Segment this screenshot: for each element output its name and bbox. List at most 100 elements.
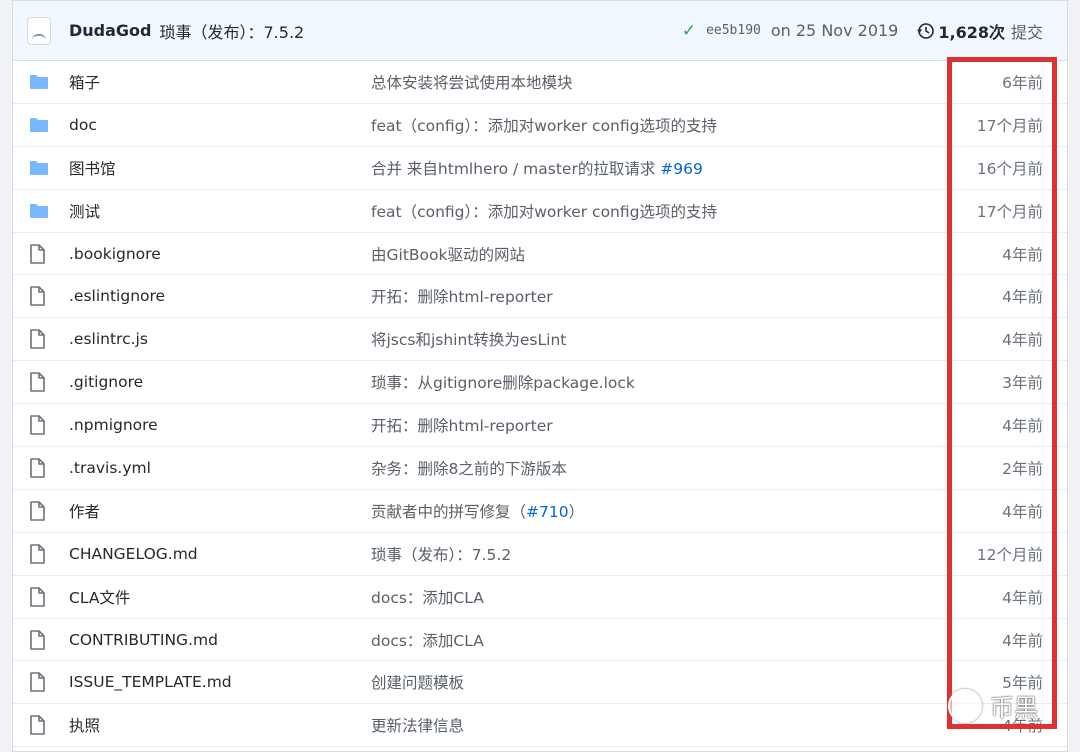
commit-message-link[interactable]: 合并 来自htmlhero / master的拉取请求 #969 — [371, 157, 931, 179]
file-row[interactable]: CONTRIBUTING.md docs：添加CLA 4年前 — [13, 619, 1067, 662]
issue-link[interactable]: #710 — [526, 503, 569, 521]
file-row[interactable]: .npmignore 开拓：删除html-reporter 4年前 — [13, 404, 1067, 448]
commit-age: 12个月前 — [976, 545, 1043, 564]
commit-message-link[interactable]: 由GitBook驱动的网站 — [371, 243, 931, 265]
commit-age: 6年前 — [1002, 73, 1043, 92]
folder-icon — [29, 160, 57, 176]
commit-message-link[interactable]: 琐事：从gitignore删除package.lock — [371, 371, 931, 393]
commit-age: 4年前 — [1002, 288, 1043, 307]
file-row[interactable]: .eslintrc.js 将jscs和jshint转换为esLint 4年前 — [13, 318, 1067, 362]
file-icon — [29, 372, 57, 392]
commit-message-link[interactable]: feat（config）：添加对worker config选项的支持 — [371, 200, 931, 222]
commit-message-text: 更新法律信息 — [371, 717, 465, 736]
commit-age: 2年前 — [1002, 459, 1043, 478]
commit-message-link[interactable]: 琐事（发布）：7.5.2 — [371, 543, 931, 565]
file-row[interactable]: ISSUE_TEMPLATE.md 创建问题模板 5年前 — [13, 661, 1067, 705]
file-name-link[interactable]: doc — [69, 116, 371, 134]
commit-age: 4年前 — [1002, 417, 1043, 436]
file-name-link[interactable]: CLA文件 — [69, 586, 371, 608]
file-name-link[interactable]: 测试 — [69, 200, 371, 222]
commit-count[interactable]: 1,628次 — [938, 19, 1005, 43]
commit-message-link[interactable]: docs：添加CLA — [371, 629, 931, 651]
file-icon — [29, 715, 57, 736]
commit-date: on 25 Nov 2019 — [770, 21, 899, 40]
file-name-link[interactable]: 箱子 — [69, 71, 371, 93]
file-row[interactable]: 箱子 总体安装将尝试使用本地模块 6年前 — [13, 61, 1067, 104]
file-icon — [29, 415, 57, 435]
commit-message-link[interactable]: 创建问题模板 — [371, 671, 931, 693]
commit-age: 4年前 — [1002, 245, 1043, 264]
file-row[interactable]: 作者 贡献者中的拼写修复（#710） 4年前 — [13, 490, 1067, 533]
issue-link[interactable]: #969 — [660, 160, 703, 178]
commit-message-link[interactable]: 将jscs和jshint转换为esLint — [371, 328, 931, 350]
file-row[interactable]: 测试 feat（config）：添加对worker config选项的支持 17个月… — [13, 190, 1067, 233]
commit-message-link[interactable]: feat（config）：添加对worker config选项的支持 — [371, 114, 931, 136]
file-icon — [29, 243, 57, 264]
commit-message-text: docs：添加CLA — [371, 588, 484, 607]
commit-message-text: feat（config）：添加对worker config选项的支持 — [371, 116, 717, 135]
file-row[interactable]: CLA文件 docs：添加CLA 4年前 — [13, 576, 1067, 619]
folder-icon — [29, 117, 57, 133]
file-row[interactable]: .bookignore 由GitBook驱动的网站 4年前 — [13, 233, 1067, 276]
commit-message-text: 合并 来自htmlhero / master的拉取请求 — [371, 159, 661, 178]
commit-message-text: 贡献者中的拼写修复（ — [371, 502, 527, 521]
commit-message-link[interactable]: 开拓：删除html-reporter — [371, 285, 931, 307]
file-name-link[interactable]: 图书馆 — [69, 157, 371, 179]
file-name-link[interactable]: .eslintrc.js — [69, 330, 371, 348]
file-row[interactable]: doc feat（config）：添加对worker config选项的支持 17个… — [13, 104, 1067, 147]
commit-message-text: 琐事：从gitignore删除package.lock — [371, 374, 635, 393]
commit-sha[interactable]: ee5b190 — [706, 23, 761, 38]
file-name-link[interactable]: .gitignore — [69, 373, 371, 391]
file-row[interactable]: 图书馆 合并 来自htmlhero / master的拉取请求 #969 16个月前 — [13, 147, 1067, 190]
file-row[interactable]: CHANGELOG.md 琐事（发布）：7.5.2 12个月前 — [13, 533, 1067, 576]
commit-message-link[interactable]: 开拓：删除html-reporter — [371, 414, 931, 436]
file-icon — [29, 458, 57, 478]
folder-icon — [29, 203, 57, 219]
latest-commit-message[interactable]: 琐事（发布）：7.5.2 — [160, 19, 305, 43]
file-row[interactable]: .eslintignore 开拓：删除html-reporter 4年前 — [13, 275, 1067, 319]
file-browser-panel: DudaGod 琐事（发布）：7.5.2 ✓ ee5b190 on 25 Nov… — [12, 0, 1068, 752]
file-list: 箱子 总体安装将尝试使用本地模块 6年前 doc feat（config）：添加对wor… — [13, 61, 1067, 748]
commit-message-text: 总体安装将尝试使用本地模块 — [371, 73, 573, 92]
file-name-link[interactable]: .bookignore — [69, 245, 371, 263]
commit-age: 4年前 — [1002, 631, 1043, 650]
check-icon[interactable]: ✓ — [682, 21, 696, 41]
wechat-icon — [948, 688, 982, 723]
commit-age: 16个月前 — [976, 159, 1043, 178]
commit-message-link[interactable]: 总体安装将尝试使用本地模块 — [371, 71, 931, 93]
file-name-link[interactable]: ISSUE_TEMPLATE.md — [69, 673, 371, 691]
commit-message-link[interactable]: 杂务：删除8之前的下游版本 — [371, 457, 931, 479]
file-name-link[interactable]: .eslintignore — [69, 287, 371, 305]
file-name-link[interactable]: .travis.yml — [69, 459, 371, 477]
file-name-link[interactable]: CHANGELOG.md — [69, 545, 371, 563]
history-icon[interactable] — [916, 22, 935, 40]
file-icon — [29, 501, 57, 521]
commit-message-text: docs：添加CLA — [371, 631, 484, 650]
commit-message-text: 将jscs和jshint转换为esLint — [371, 331, 567, 350]
commit-message-text: 创建问题模板 — [371, 674, 465, 693]
watermark-text: 币黑 — [990, 694, 1038, 722]
file-row[interactable]: .gitignore 琐事：从gitignore删除package.lock 3年前 — [13, 361, 1067, 405]
commit-message-link[interactable]: docs：添加CLA — [371, 586, 931, 608]
commit-message-link[interactable]: 更新法律信息 — [371, 714, 931, 736]
commit-age: 3年前 — [1002, 374, 1043, 393]
file-name-link[interactable]: .npmignore — [69, 416, 371, 434]
commit-message-text: 琐事（发布）：7.5.2 — [371, 545, 512, 564]
commits-label[interactable]: 提交 — [1011, 19, 1043, 43]
commit-age: 4年前 — [1002, 588, 1043, 607]
file-icon — [29, 543, 57, 564]
file-name-link[interactable]: 执照 — [69, 714, 371, 736]
commit-age: 17个月前 — [976, 116, 1043, 135]
file-icon — [29, 672, 57, 693]
commit-author[interactable]: DudaGod — [69, 21, 152, 40]
file-row[interactable]: 执照 更新法律信息 4年前 — [13, 704, 1067, 748]
commit-message-link[interactable]: 贡献者中的拼写修复（#710） — [371, 500, 931, 522]
commit-age: 17个月前 — [976, 202, 1043, 221]
file-row[interactable]: .travis.yml 杂务：删除8之前的下游版本 2年前 — [13, 447, 1067, 490]
commit-message-text: 杂务：删除8之前的下游版本 — [371, 459, 567, 478]
file-name-link[interactable]: CONTRIBUTING.md — [69, 631, 371, 649]
file-name-link[interactable]: 作者 — [69, 500, 371, 522]
commit-message-suffix: ） — [568, 502, 585, 521]
avatar[interactable] — [27, 16, 51, 45]
file-icon — [29, 286, 57, 307]
